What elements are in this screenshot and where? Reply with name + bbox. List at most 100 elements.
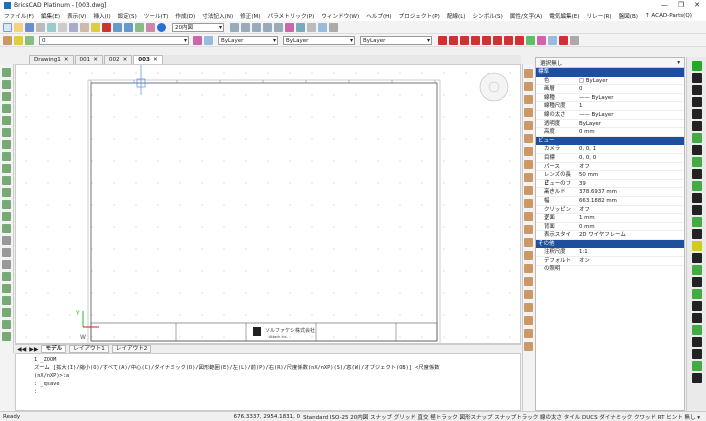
tab-drawing1[interactable]: Drawing1 ✕ [29, 55, 74, 64]
menu-wiring[interactable]: 配線(L) [447, 12, 466, 20]
property-row[interactable]: 高度 0 mm [536, 128, 684, 137]
palette-icon-15[interactable] [691, 241, 702, 251]
property-value[interactable]: 1 [576, 102, 684, 110]
chevron-down-icon[interactable]: ▾ [677, 60, 684, 66]
palette-icon-18[interactable] [691, 277, 702, 287]
trim-icon[interactable] [524, 160, 533, 169]
close-icon[interactable]: ✕ [153, 56, 158, 64]
property-value[interactable]: 378.6937 mm [576, 188, 684, 196]
tab-layout1[interactable]: レイアウト1 [69, 345, 109, 353]
property-row[interactable]: パース オフ [536, 163, 684, 172]
palette-icon-10[interactable] [691, 181, 702, 191]
fillet-icon[interactable] [524, 186, 533, 195]
orbit-icon[interactable] [296, 22, 305, 32]
revcloud-icon[interactable] [2, 212, 11, 221]
property-row[interactable]: レンズの長さ 50 mm [536, 171, 684, 186]
palette-icon-16[interactable] [691, 253, 702, 263]
new-icon[interactable] [3, 22, 12, 32]
command-line[interactable]: 1 _ZOOM ズーム [拡大(I)/縮小(O)/すべて(A)/中心(C)/ダイナ… [15, 353, 521, 411]
layer-previous-icon[interactable] [204, 35, 213, 45]
pan-icon[interactable] [274, 22, 283, 32]
property-value[interactable]: 2D ワイヤフレーム [576, 231, 684, 239]
tab-model[interactable]: モデル [41, 345, 67, 353]
sketch-icon[interactable] [2, 332, 11, 341]
palette-icon-6[interactable] [691, 133, 702, 143]
join-icon[interactable] [524, 225, 533, 234]
region-icon[interactable] [2, 188, 11, 197]
property-value[interactable]: 0 mm [576, 128, 684, 136]
palette-icon-7[interactable] [691, 145, 702, 155]
scale-icon[interactable] [524, 108, 533, 117]
lengthen-icon[interactable] [524, 264, 533, 273]
mtext-icon[interactable] [2, 260, 11, 269]
palette-icon-5[interactable] [691, 121, 702, 131]
property-value[interactable]: 1:1 [576, 248, 684, 256]
property-section[interactable]: ビュー [536, 136, 684, 146]
property-value[interactable]: 1 mm [576, 214, 684, 222]
tool-icon[interactable] [329, 22, 338, 32]
open-icon[interactable] [14, 22, 23, 32]
property-row[interactable]: 目標 0, 0, 0 [536, 154, 684, 163]
property-section[interactable]: 標準 [536, 68, 684, 77]
mirror-icon[interactable] [524, 121, 533, 130]
palette-icon-3[interactable] [691, 97, 702, 107]
property-value[interactable]: オフ [576, 163, 684, 171]
palette-icon-2[interactable] [691, 85, 702, 95]
arc-icon[interactable] [2, 128, 11, 137]
snap-endpoint-icon[interactable] [438, 35, 447, 45]
polyline-icon[interactable] [2, 80, 11, 89]
navigation-wheel[interactable] [479, 72, 509, 102]
ray-icon[interactable] [2, 224, 11, 233]
array-icon[interactable] [524, 147, 533, 156]
table-icon[interactable] [2, 236, 11, 245]
close-button[interactable]: ✕ [694, 1, 700, 9]
close-icon[interactable]: ✕ [64, 56, 69, 64]
menu-edit[interactable]: 編集(E) [41, 12, 60, 20]
delete-icon[interactable] [102, 22, 111, 32]
palette-icon-21[interactable] [691, 313, 702, 323]
block-icon[interactable] [146, 22, 155, 32]
explode-icon[interactable] [524, 238, 533, 247]
layer-state-icon[interactable] [14, 35, 23, 45]
linetype-combo[interactable]: ByLayer [283, 35, 355, 45]
palette-icon-20[interactable] [691, 301, 702, 311]
chamfer-icon[interactable] [524, 199, 533, 208]
menu-file[interactable]: ファイル(F) [4, 12, 34, 20]
menu-view[interactable]: 表示(V) [67, 12, 86, 20]
copy-tool-icon[interactable] [524, 82, 533, 91]
extend-icon[interactable] [524, 173, 533, 182]
menu-symbol[interactable]: シンボル(S) [473, 12, 503, 20]
snap-quadrant-icon[interactable] [482, 35, 491, 45]
rotate-icon[interactable] [524, 95, 533, 104]
hatch-icon[interactable] [2, 176, 11, 185]
palette-icon-11[interactable] [691, 193, 702, 203]
palette-icon-24[interactable] [691, 349, 702, 359]
snap-parallel-icon[interactable] [570, 35, 579, 45]
menu-insert[interactable]: 挿入(I) [93, 12, 110, 20]
property-value[interactable]: 50 mm [576, 171, 684, 179]
measure-icon[interactable] [524, 290, 533, 299]
polygon-icon[interactable] [2, 104, 11, 113]
save-icon[interactable] [25, 22, 34, 32]
menu-modify[interactable]: 修正(M) [240, 12, 260, 20]
snap-center-icon[interactable] [460, 35, 469, 45]
menu-project[interactable]: プロジェクト(P) [399, 12, 440, 20]
menu-help[interactable]: ヘルプ(H) [366, 12, 391, 20]
layer-combo[interactable]: 0 [39, 35, 189, 45]
menu-parametric[interactable]: パラメトリック(P) [268, 12, 315, 20]
property-row[interactable]: 正面 1 mm [536, 214, 684, 223]
command-prompt[interactable]: : [34, 388, 502, 396]
zoom-window-icon[interactable] [241, 22, 250, 32]
copy-icon[interactable] [69, 22, 78, 32]
property-row[interactable]: 注釈尺度 1:1 [536, 248, 684, 258]
property-value[interactable]: 0 mm [576, 223, 684, 231]
property-row[interactable]: 線種尺度 1 [536, 102, 684, 111]
palette-icon-26[interactable] [691, 373, 702, 383]
color-combo[interactable]: ByLayer [218, 35, 278, 45]
property-value[interactable]: ByLayer [576, 120, 684, 128]
break-icon[interactable] [524, 212, 533, 221]
property-value[interactable]: —— ByLayer [576, 111, 684, 119]
match-icon[interactable] [91, 22, 100, 32]
property-section[interactable]: その他 [536, 239, 684, 249]
menu-acad-parts[interactable]: ↑ ACAD-Parts(Q) [645, 13, 692, 19]
